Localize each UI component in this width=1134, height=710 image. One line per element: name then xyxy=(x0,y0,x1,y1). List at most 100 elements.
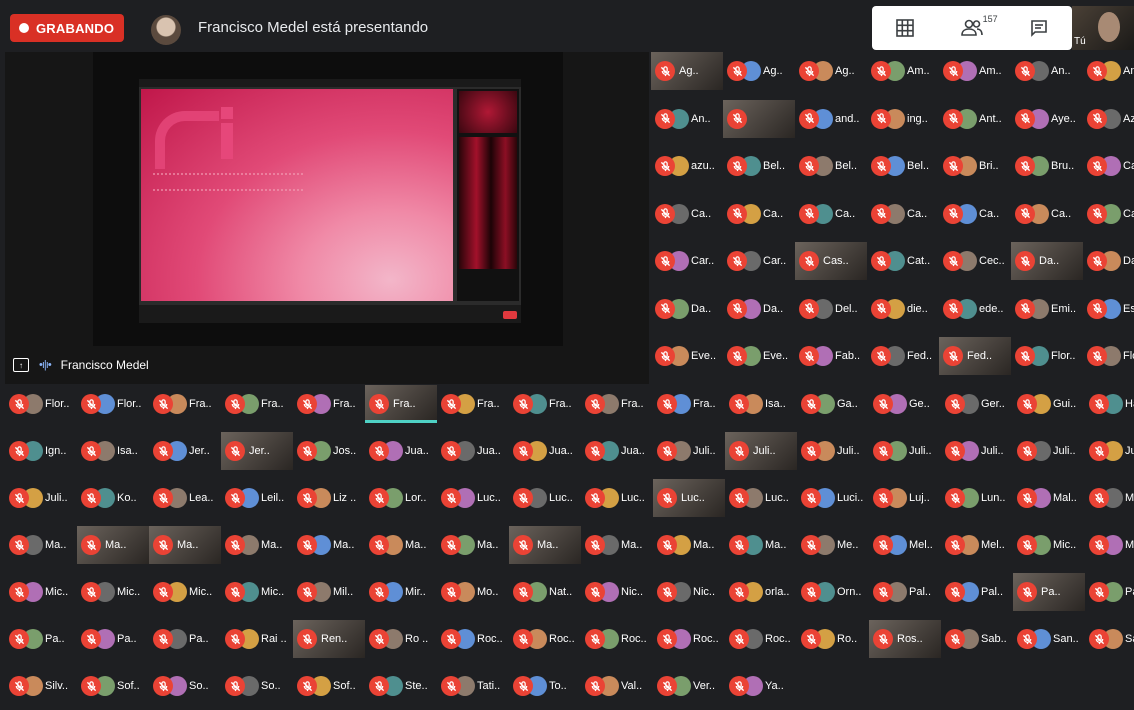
participant-tile[interactable]: Jer.. xyxy=(149,432,221,470)
participant-tile[interactable]: Mel.. xyxy=(869,526,941,564)
participant-tile[interactable]: Da.. xyxy=(723,290,795,328)
participant-tile[interactable]: Fra.. xyxy=(653,385,725,423)
participant-tile[interactable]: Mal.. xyxy=(1013,479,1085,517)
participant-tile[interactable]: Car.. xyxy=(723,242,795,280)
participant-tile[interactable]: Pal.. xyxy=(869,573,941,611)
participant-tile[interactable]: ede.. xyxy=(939,290,1011,328)
participant-tile[interactable]: Mic.. xyxy=(77,573,149,611)
participant-tile[interactable]: Mic.. xyxy=(221,573,293,611)
participant-tile[interactable]: Bel.. xyxy=(867,147,939,185)
participant-tile[interactable]: Emi.. xyxy=(1011,290,1083,328)
participant-tile[interactable]: Gui.. xyxy=(1013,385,1085,423)
participant-tile[interactable]: So.. xyxy=(221,667,293,705)
participant-tile[interactable]: Ya.. xyxy=(725,667,797,705)
participant-tile[interactable]: Jos.. xyxy=(293,432,365,470)
participant-tile[interactable]: Ma.. xyxy=(149,526,221,564)
participant-tile[interactable]: An.. xyxy=(651,100,723,138)
participant-tile[interactable]: Nic.. xyxy=(581,573,653,611)
layout-button[interactable] xyxy=(872,6,939,50)
participant-tile[interactable]: Sof.. xyxy=(77,667,149,705)
participant-tile[interactable]: Ma.. xyxy=(653,526,725,564)
participant-tile[interactable]: Ma.. xyxy=(509,526,581,564)
participant-tile[interactable]: Fab.. xyxy=(795,337,867,375)
participant-tile[interactable]: Bel.. xyxy=(723,147,795,185)
participant-tile[interactable]: Fra.. xyxy=(149,385,221,423)
participant-tile[interactable]: Luc.. xyxy=(509,479,581,517)
participant-tile[interactable]: Am.. xyxy=(939,52,1011,90)
participant-tile[interactable]: Pa.. xyxy=(149,620,221,658)
participant-tile[interactable]: Liz .. xyxy=(293,479,365,517)
participant-tile[interactable]: Pa.. xyxy=(1013,573,1085,611)
participant-tile[interactable]: Da.. xyxy=(651,290,723,328)
participant-tile[interactable]: Luc.. xyxy=(437,479,509,517)
participant-tile[interactable]: Ha xyxy=(1085,385,1134,423)
participant-tile[interactable]: Juli.. xyxy=(797,432,869,470)
participant-tile[interactable]: azu.. xyxy=(651,147,723,185)
participant-tile[interactable]: Ma.. xyxy=(581,526,653,564)
participant-tile[interactable]: Leil.. xyxy=(221,479,293,517)
participant-tile[interactable]: Jer.. xyxy=(221,432,293,470)
participant-tile[interactable]: Bel.. xyxy=(795,147,867,185)
participants-button[interactable]: 157 xyxy=(939,6,1006,50)
participant-tile[interactable]: Rai .. xyxy=(221,620,293,658)
participant-tile[interactable]: Ma.. xyxy=(725,526,797,564)
participant-tile[interactable]: Ca.. xyxy=(939,195,1011,233)
participant-tile[interactable]: An xyxy=(1083,52,1134,90)
participant-tile[interactable]: Fra.. xyxy=(437,385,509,423)
participant-tile[interactable]: So.. xyxy=(149,667,221,705)
participant-tile[interactable]: ing.. xyxy=(867,100,939,138)
participant-tile[interactable]: San.. xyxy=(1013,620,1085,658)
participant-tile[interactable]: Roc.. xyxy=(725,620,797,658)
participant-tile[interactable]: Pa.. xyxy=(77,620,149,658)
participant-tile[interactable]: Ca xyxy=(1083,147,1134,185)
participant-tile[interactable]: orla.. xyxy=(725,573,797,611)
participant-tile[interactable]: Mic.. xyxy=(1013,526,1085,564)
participant-tile[interactable]: Lor.. xyxy=(365,479,437,517)
participant-tile[interactable]: Bru.. xyxy=(1011,147,1083,185)
participant-tile[interactable]: Eve.. xyxy=(651,337,723,375)
participant-tile[interactable]: Ca.. xyxy=(651,195,723,233)
participant-tile[interactable]: Cas.. xyxy=(795,242,867,280)
participant-tile[interactable]: Ca xyxy=(1083,195,1134,233)
participant-tile[interactable]: Juli.. xyxy=(941,432,1013,470)
participant-tile[interactable]: Jua.. xyxy=(365,432,437,470)
participant-tile[interactable]: Juli.. xyxy=(869,432,941,470)
participant-tile[interactable]: Isa.. xyxy=(725,385,797,423)
participant-tile[interactable]: Ign.. xyxy=(5,432,77,470)
participant-tile[interactable]: Jul xyxy=(1085,432,1134,470)
participant-tile[interactable]: Ren.. xyxy=(293,620,365,658)
participant-tile[interactable]: Luc.. xyxy=(581,479,653,517)
participant-tile[interactable]: Mel.. xyxy=(941,526,1013,564)
participant-tile[interactable]: Pa xyxy=(1085,573,1134,611)
participant-tile[interactable]: die.. xyxy=(867,290,939,328)
participant-tile[interactable]: Flo xyxy=(1083,337,1134,375)
participant-tile[interactable]: Pa.. xyxy=(5,620,77,658)
participant-tile[interactable]: Car.. xyxy=(651,242,723,280)
participant-tile[interactable]: Jua.. xyxy=(437,432,509,470)
participant-tile[interactable]: Roc.. xyxy=(509,620,581,658)
participant-tile[interactable]: Me.. xyxy=(797,526,869,564)
participant-tile[interactable]: Ma.. xyxy=(5,526,77,564)
participant-tile[interactable]: Sa xyxy=(1085,620,1134,658)
participant-tile[interactable]: Bri.. xyxy=(939,147,1011,185)
participant-tile[interactable]: Luc.. xyxy=(653,479,725,517)
participant-tile[interactable]: Mil.. xyxy=(293,573,365,611)
participant-tile[interactable]: Jua.. xyxy=(509,432,581,470)
participant-tile[interactable]: Ma.. xyxy=(221,526,293,564)
participant-tile[interactable]: Fed.. xyxy=(939,337,1011,375)
participant-tile[interactable]: Ag.. xyxy=(795,52,867,90)
participant-tile[interactable]: Ver.. xyxy=(653,667,725,705)
participant-tile[interactable]: Del.. xyxy=(795,290,867,328)
participant-tile[interactable]: Ko.. xyxy=(77,479,149,517)
participant-tile[interactable]: Luc.. xyxy=(725,479,797,517)
participant-tile[interactable]: Mo.. xyxy=(437,573,509,611)
participant-tile[interactable]: Juli.. xyxy=(653,432,725,470)
participant-tile[interactable]: Jua.. xyxy=(581,432,653,470)
participant-tile[interactable]: Ro .. xyxy=(365,620,437,658)
participant-tile[interactable]: Eve.. xyxy=(723,337,795,375)
participant-tile[interactable]: Fra.. xyxy=(293,385,365,423)
participant-tile[interactable]: Ca.. xyxy=(867,195,939,233)
participant-tile[interactable]: Sab.. xyxy=(941,620,1013,658)
participant-tile[interactable]: Ca.. xyxy=(1011,195,1083,233)
presentation-stage[interactable]: ↑ •ı|ı• Francisco Medel xyxy=(5,52,649,384)
